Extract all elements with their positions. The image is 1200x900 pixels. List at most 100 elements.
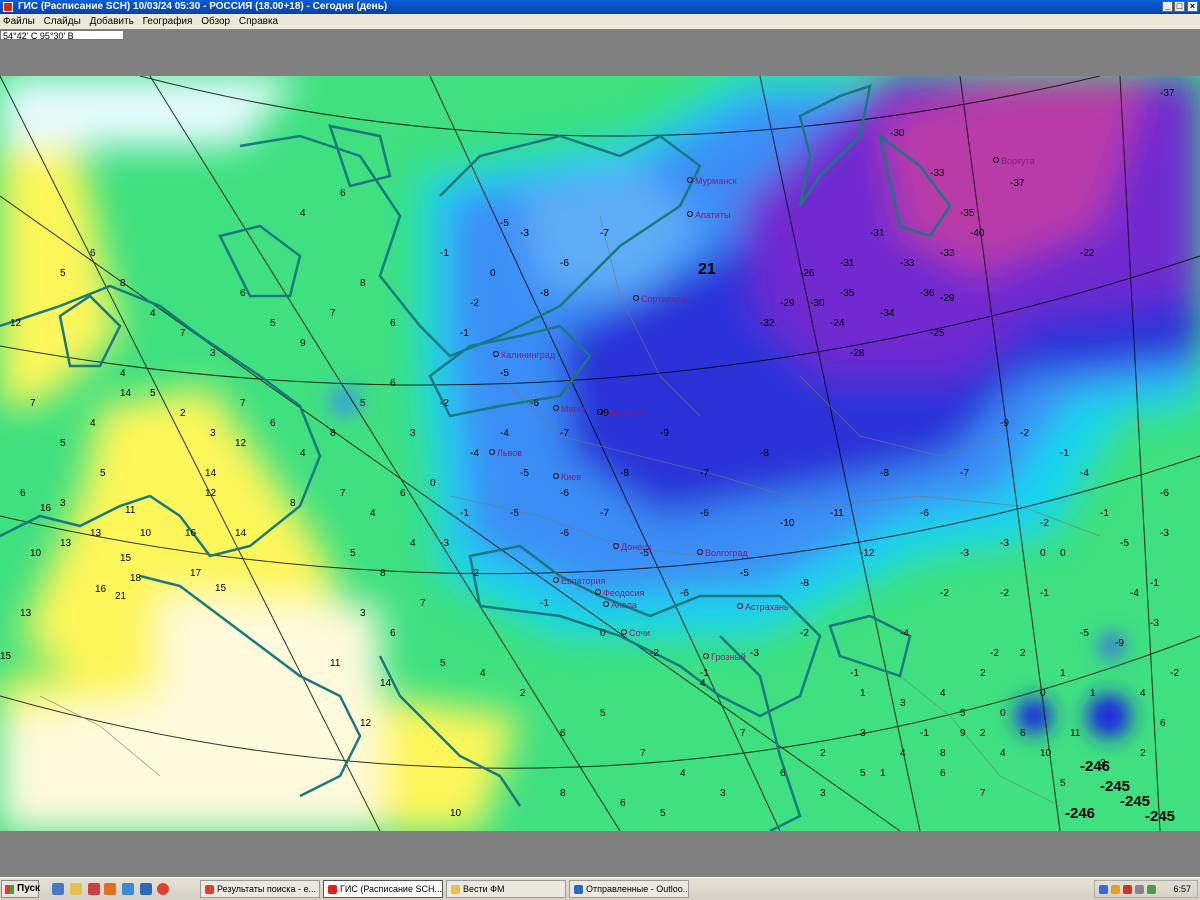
svg-text:3: 3: [210, 348, 216, 359]
svg-text:2: 2: [980, 668, 986, 679]
city-donetsk: Донецк: [621, 542, 651, 552]
city-evpatoria: Евпатория: [561, 576, 606, 586]
network-icon[interactable]: [1099, 885, 1108, 894]
chrome-icon[interactable]: [157, 883, 169, 895]
svg-text:6: 6: [1160, 718, 1166, 729]
svg-text:15: 15: [120, 553, 132, 564]
svg-text:8: 8: [330, 428, 336, 439]
svg-text:-22: -22: [1080, 248, 1095, 259]
svg-text:-3: -3: [750, 648, 759, 659]
minimize-button[interactable]: _: [1162, 1, 1173, 12]
svg-text:7: 7: [30, 398, 36, 409]
svg-text:8: 8: [940, 748, 946, 759]
svg-text:18: 18: [130, 573, 142, 584]
city-smolensk: Смоленск: [605, 408, 646, 418]
svg-text:-5: -5: [1120, 538, 1129, 549]
svg-text:-8: -8: [880, 468, 889, 479]
antivirus-icon[interactable]: [1123, 885, 1132, 894]
svg-text:-29: -29: [940, 293, 955, 304]
task-outlook[interactable]: Отправленные - Outloo...: [569, 880, 689, 898]
svg-text:-6: -6: [560, 528, 569, 539]
svg-text:-4: -4: [900, 628, 909, 639]
svg-text:7: 7: [340, 488, 346, 499]
svg-text:-246: -246: [1080, 758, 1110, 775]
svg-text:15: 15: [0, 651, 12, 662]
firefox-icon[interactable]: [104, 883, 116, 895]
task-search-results[interactable]: Результаты поиска - е...: [200, 880, 320, 898]
outlook-icon[interactable]: [140, 883, 152, 895]
task-vesti-fm[interactable]: Вести ФМ: [446, 880, 566, 898]
svg-text:7: 7: [240, 398, 246, 409]
svg-text:-30: -30: [890, 128, 905, 139]
svg-text:-2: -2: [650, 648, 659, 659]
svg-text:7: 7: [740, 728, 746, 739]
svg-text:-7: -7: [700, 468, 709, 479]
svg-text:5: 5: [860, 768, 866, 779]
svg-text:-6: -6: [920, 508, 929, 519]
maximize-button[interactable]: □: [1174, 1, 1185, 12]
show-desktop-icon[interactable]: [52, 883, 64, 895]
menu-geography[interactable]: География: [140, 14, 196, 29]
ie-icon[interactable]: [122, 883, 134, 895]
svg-text:7: 7: [980, 788, 986, 799]
svg-text:-1: -1: [440, 248, 449, 259]
svg-text:6: 6: [20, 488, 26, 499]
svg-text:-3: -3: [1160, 528, 1169, 539]
tray-app-icon[interactable]: [1147, 885, 1156, 894]
task-gis[interactable]: ГИС (Расписание SCH...: [323, 880, 443, 898]
svg-text:-5: -5: [1080, 628, 1089, 639]
svg-text:-37: -37: [1160, 88, 1175, 99]
city-kiev: Киев: [561, 472, 581, 482]
menu-help[interactable]: Справка: [236, 14, 281, 29]
menu-add[interactable]: Добавить: [87, 14, 137, 29]
svg-text:-2: -2: [800, 628, 809, 639]
menu-slides[interactable]: Слайды: [41, 14, 84, 29]
svg-text:-2: -2: [470, 298, 479, 309]
svg-text:5: 5: [100, 468, 106, 479]
svg-text:-8: -8: [620, 468, 629, 479]
svg-text:8: 8: [120, 278, 126, 289]
volume-icon[interactable]: [1135, 885, 1144, 894]
svg-text:0: 0: [490, 268, 496, 279]
city-anapa: Анапа: [611, 600, 637, 610]
svg-text:-5: -5: [500, 368, 509, 379]
svg-text:14: 14: [205, 468, 217, 479]
svg-text:4: 4: [480, 668, 486, 679]
svg-text:-31: -31: [870, 228, 885, 239]
close-button[interactable]: ×: [1187, 1, 1198, 12]
svg-text:-29: -29: [780, 298, 795, 309]
svg-text:4: 4: [680, 768, 686, 779]
svg-text:5: 5: [150, 388, 156, 399]
svg-text:-31: -31: [840, 258, 855, 269]
taskbar: Пуск Результаты поиска - е... ГИС (Распи…: [0, 877, 1200, 900]
svg-text:-9: -9: [1115, 638, 1124, 649]
app-shortcut-icon[interactable]: [88, 883, 100, 895]
app-icon: [3, 2, 13, 12]
svg-text:8: 8: [380, 568, 386, 579]
menu-files[interactable]: Файлы: [0, 14, 38, 29]
svg-text:6: 6: [390, 318, 396, 329]
svg-text:-5: -5: [740, 568, 749, 579]
window-title: ГИС (Расписание SCH) 10/03/24 05:30 - РО…: [18, 1, 388, 12]
menu-view[interactable]: Обзор: [198, 14, 233, 29]
svg-text:-7: -7: [600, 508, 609, 519]
security-icon[interactable]: [1111, 885, 1120, 894]
svg-text:14: 14: [120, 388, 132, 399]
svg-text:-7: -7: [960, 468, 969, 479]
svg-text:-5: -5: [510, 508, 519, 519]
svg-text:3: 3: [820, 788, 826, 799]
svg-text:-32: -32: [760, 318, 775, 329]
svg-text:2: 2: [520, 688, 526, 699]
windows-logo-icon: [5, 885, 14, 894]
svg-text:3: 3: [210, 428, 216, 439]
svg-text:-1: -1: [920, 728, 929, 739]
start-button[interactable]: Пуск: [1, 880, 40, 898]
svg-text:-7: -7: [600, 228, 609, 239]
temperature-map[interactable]: 5 6 8 4 7 3 6 5 9 7 8 6 4 5 2 3 7 6 4 8 …: [0, 75, 1200, 833]
folder-icon[interactable]: [70, 883, 82, 895]
svg-text:4: 4: [1000, 748, 1006, 759]
city-kaliningrad: Калининград: [501, 350, 556, 360]
svg-text:-9: -9: [660, 428, 669, 439]
svg-text:21: 21: [115, 591, 127, 602]
clock[interactable]: 6:57: [1173, 881, 1191, 897]
